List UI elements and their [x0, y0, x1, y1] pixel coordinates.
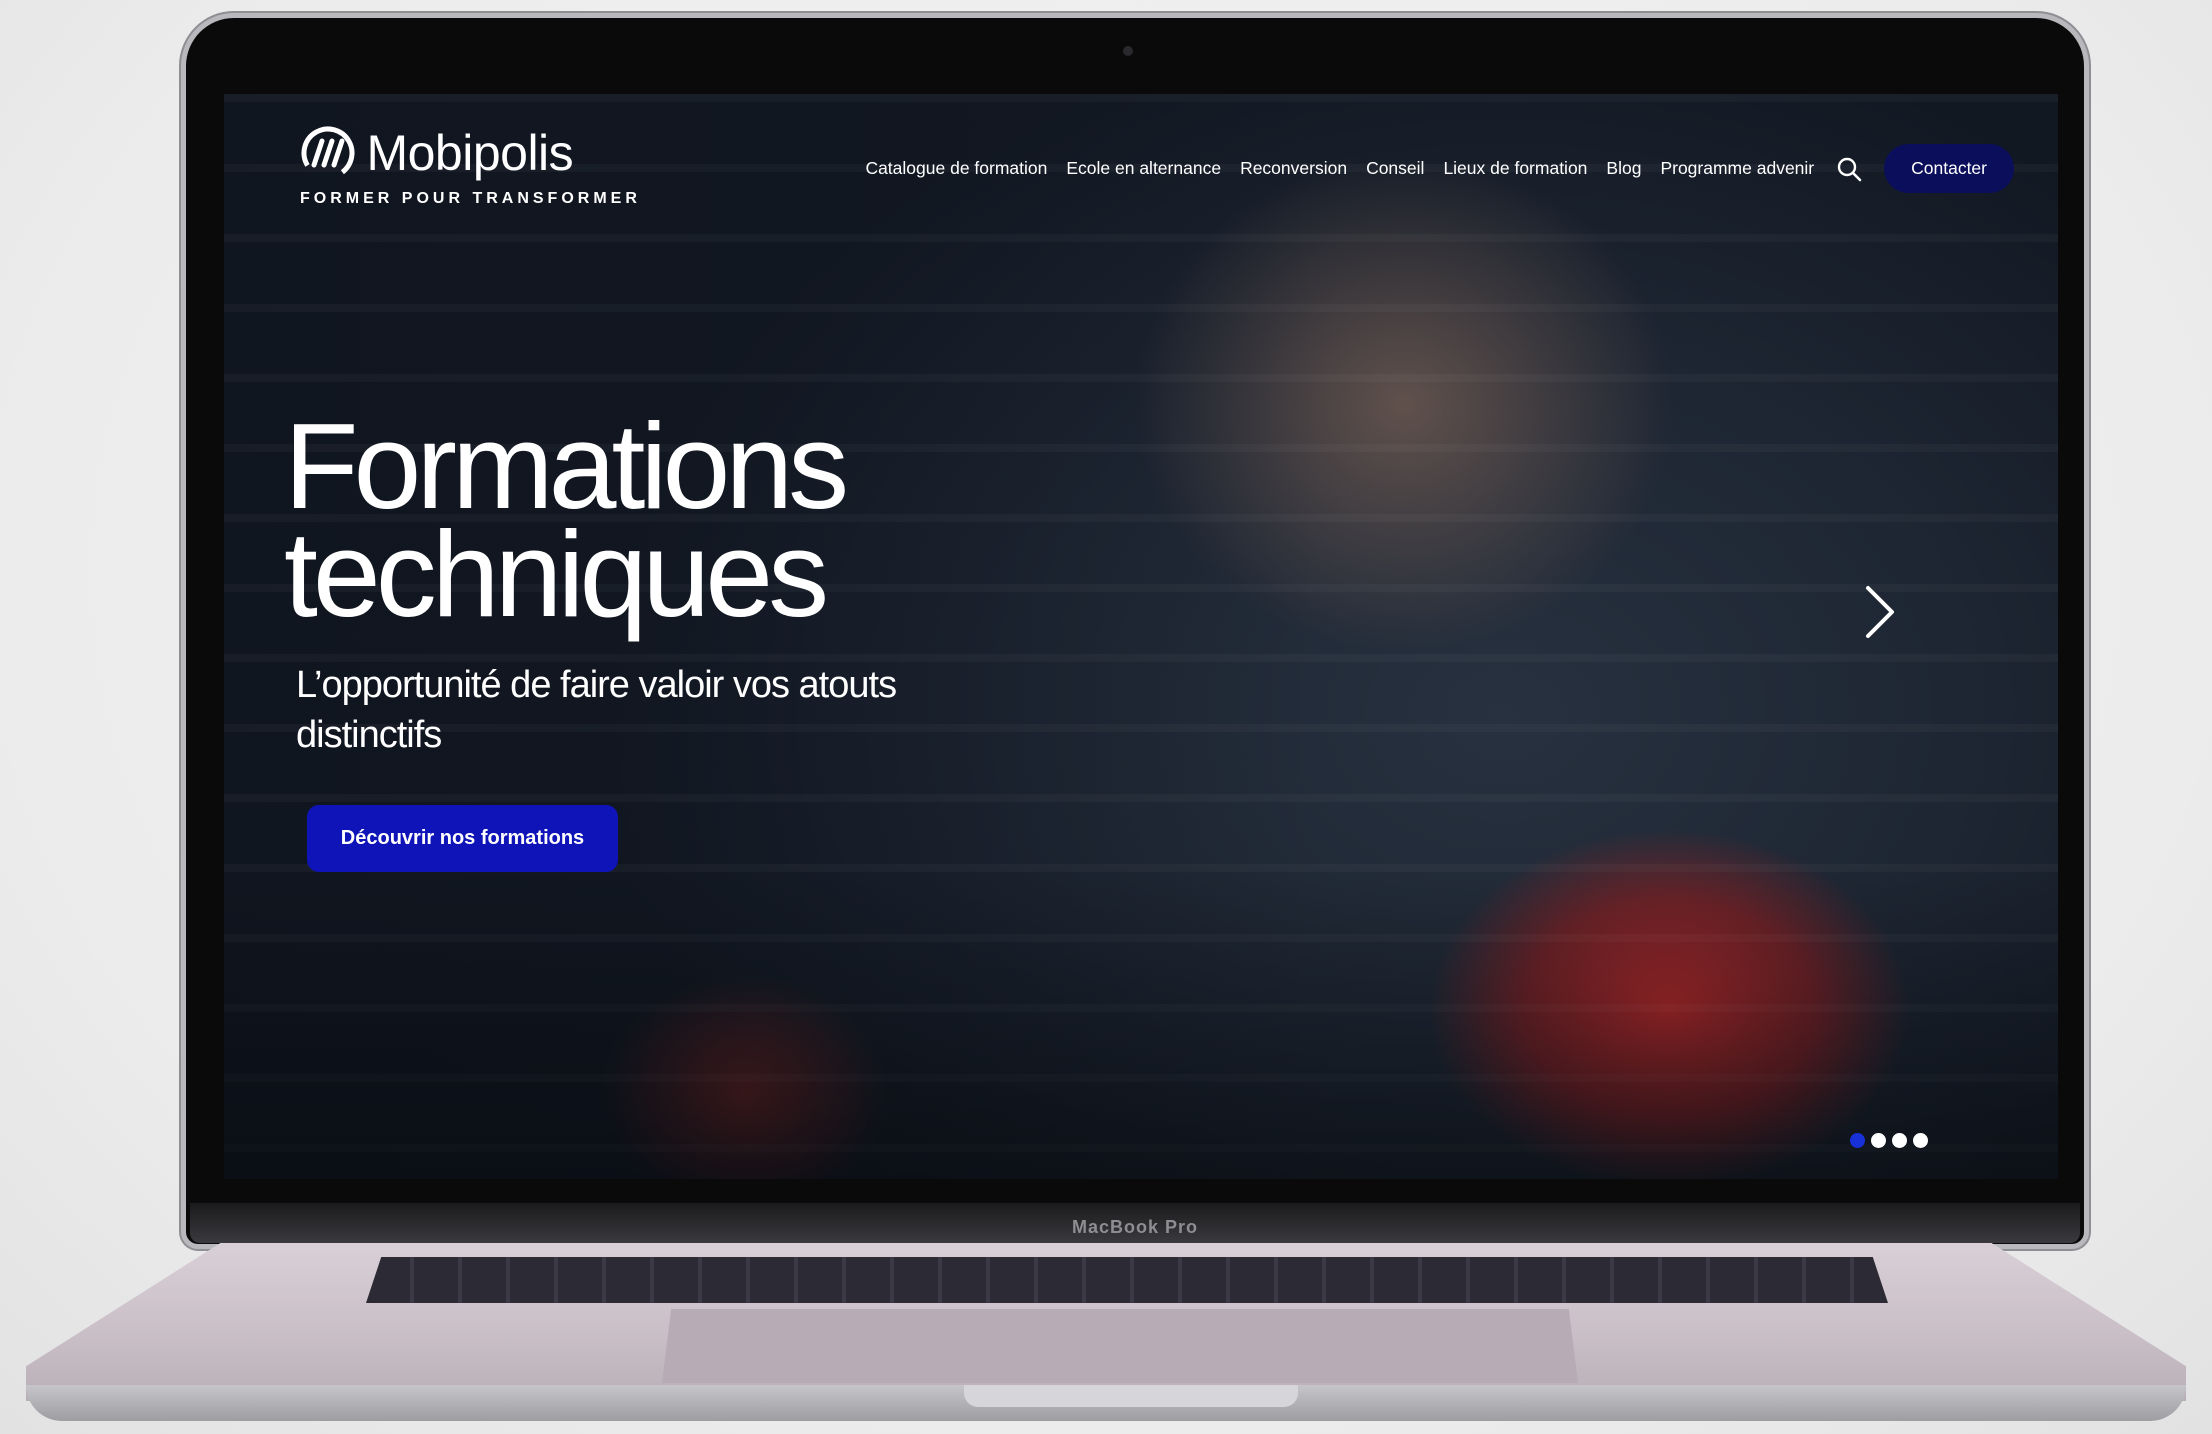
contact-button[interactable]: Contacter	[1884, 144, 2014, 193]
slider-dots	[1850, 1133, 1934, 1148]
nav-blog[interactable]: Blog	[1606, 158, 1641, 179]
website-screen: Mobipolis FORMER POUR TRANSFORMER Catalo…	[224, 94, 2058, 1179]
slider-dot-2[interactable]	[1871, 1133, 1886, 1148]
hero-subtitle: L’opportunité de faire valoir vos atouts…	[296, 664, 897, 756]
main-nav: Catalogue de formation Ecole en alternan…	[846, 144, 2014, 193]
hero-title-line1: Formations	[284, 398, 849, 534]
hinge-label: MacBook Pro	[1071, 1217, 1199, 1237]
mobipolis-logo-icon	[301, 126, 355, 180]
hero-title: Formations techniques	[284, 398, 849, 642]
brand-name: Mobipolis	[366, 125, 574, 181]
brand-tagline: FORMER POUR TRANSFORMER	[300, 190, 641, 207]
laptop-trackpad	[662, 1309, 1578, 1383]
nav-conseil[interactable]: Conseil	[1366, 158, 1424, 179]
discover-formations-button[interactable]: Découvrir nos formations	[307, 805, 618, 872]
logo[interactable]: Mobipolis FORMER POUR TRANSFORMER	[300, 124, 641, 208]
nav-programme-advenir[interactable]: Programme advenir	[1660, 158, 1814, 179]
nav-reconversion[interactable]: Reconversion	[1240, 158, 1347, 179]
camera	[1123, 46, 1133, 56]
laptop-keyboard	[366, 1257, 1888, 1303]
nav-catalogue[interactable]: Catalogue de formation	[865, 158, 1047, 179]
slider-dot-1[interactable]	[1850, 1133, 1865, 1148]
chevron-right-icon[interactable]	[1860, 582, 1898, 642]
slider-dot-3[interactable]	[1892, 1133, 1907, 1148]
slider-dot-4[interactable]	[1913, 1133, 1928, 1148]
search-icon[interactable]	[1836, 156, 1862, 182]
laptop-notch	[964, 1385, 1298, 1407]
laptop-hinge: MacBook Pro	[190, 1203, 2080, 1243]
nav-ecole-alternance[interactable]: Ecole en alternance	[1066, 158, 1221, 179]
nav-lieux-formation[interactable]: Lieux de formation	[1443, 158, 1587, 179]
hero-title-line2: techniques	[284, 506, 829, 642]
